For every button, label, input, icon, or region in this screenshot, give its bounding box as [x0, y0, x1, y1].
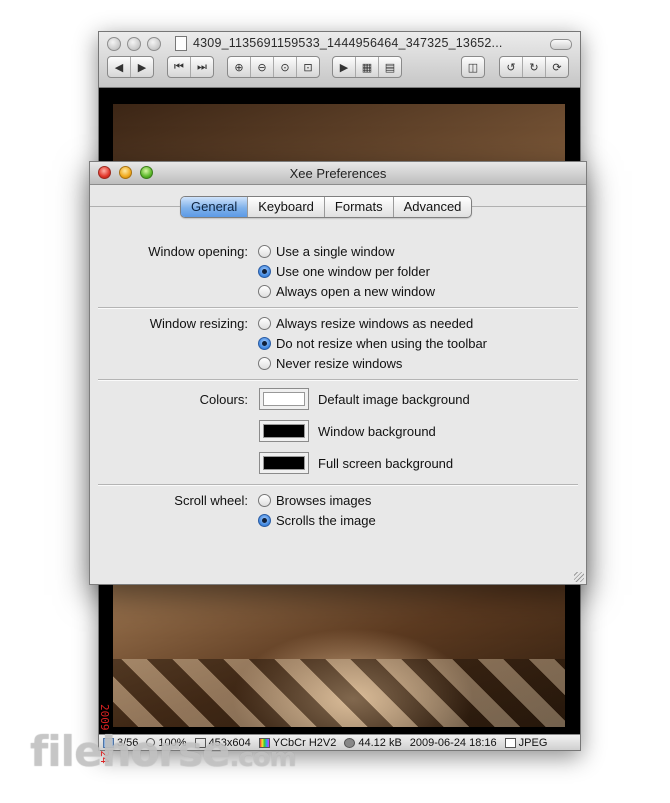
misc-group: ◫ [461, 56, 485, 78]
zoom-group: ⊕ ⊖ ⊙ ⊡ [227, 56, 320, 78]
arrow-left-icon[interactable]: ◀ [108, 57, 131, 77]
divider [98, 307, 578, 309]
option-label: Always open a new window [276, 284, 435, 299]
zoom-fit-icon[interactable]: ⊡ [297, 57, 319, 77]
window-bg-label: Window background [318, 424, 436, 439]
option-label: Always resize windows as needed [276, 316, 474, 331]
option-label: Browses images [276, 493, 372, 508]
radio-button[interactable] [258, 317, 271, 330]
tab-advanced[interactable]: Advanced [394, 197, 472, 217]
status-filesize-text: 44.12 kB [358, 736, 402, 749]
close-button[interactable] [107, 37, 121, 51]
radio-button-selected[interactable] [258, 337, 271, 350]
scroll-wheel-label: Scroll wheel: [174, 493, 248, 508]
prefs-titlebar: Xee Preferences [90, 162, 586, 185]
tab-bar: General Keyboard Formats Advanced [180, 196, 473, 218]
option-label: Never resize windows [276, 356, 403, 371]
swatch-fill [263, 456, 305, 470]
minimize-button[interactable] [127, 37, 141, 51]
divider [98, 379, 578, 381]
viewer-titlebar: 4309_1135691159533_1444956464_347325_136… [99, 32, 580, 88]
radio-scrolls-image[interactable]: Scrolls the image [258, 513, 376, 528]
option-label: Do not resize when using the toolbar [276, 336, 488, 351]
default-image-bg-swatch[interactable] [259, 388, 309, 410]
nav-group: ◀ ▶ [107, 56, 154, 78]
window-bg-swatch[interactable] [259, 420, 309, 442]
fullscreen-bg-label: Full screen background [318, 456, 454, 471]
zoom-in-icon[interactable]: ⊕ [228, 57, 251, 77]
radio-button[interactable] [258, 494, 271, 507]
radio-single-window[interactable]: Use a single window [258, 244, 395, 259]
rotate-group: ↺ ↻ ⟳ [499, 56, 569, 78]
radio-button[interactable] [258, 245, 271, 258]
film-icon[interactable]: ▦ [356, 57, 379, 77]
default-image-bg-label: Default image background [318, 392, 470, 407]
tab-general[interactable]: General [181, 197, 249, 217]
arrow-right-icon[interactable]: ▶ [131, 57, 153, 77]
rotate-icon[interactable]: ⟳ [546, 57, 568, 77]
document-icon [175, 36, 187, 51]
radio-new-window[interactable]: Always open a new window [258, 284, 435, 299]
film-strip-icon[interactable]: ▤ [379, 57, 401, 77]
radio-no-resize-toolbar[interactable]: Do not resize when using the toolbar [258, 336, 487, 351]
resize-grip[interactable] [574, 572, 584, 582]
screenshot-icon[interactable]: ◫ [462, 57, 484, 77]
radio-always-resize[interactable]: Always resize windows as needed [258, 316, 473, 331]
fullscreen-bg-swatch[interactable] [259, 452, 309, 474]
radio-never-resize[interactable]: Never resize windows [258, 356, 402, 371]
skip-first-icon[interactable]: ⏮ [168, 57, 191, 77]
status-format: JPEG [504, 736, 548, 749]
rotate-right-icon[interactable]: ↻ [523, 57, 546, 77]
zoom-button[interactable] [147, 37, 161, 51]
status-date-text: 2009-06-24 18:16 [409, 736, 497, 749]
preferences-window: Xee Preferences General Keyboard Formats… [89, 161, 587, 585]
option-label: Scrolls the image [276, 513, 376, 528]
watermark-suffix: .com [229, 743, 297, 773]
window-opening-label: Window opening: [148, 244, 248, 259]
skip-group: ⏮ ⏭ [167, 56, 214, 78]
divider [98, 484, 578, 486]
radio-button-selected[interactable] [258, 265, 271, 278]
tab-keyboard[interactable]: Keyboard [248, 197, 325, 217]
rotate-left-icon[interactable]: ↺ [500, 57, 523, 77]
radio-button[interactable] [258, 357, 271, 370]
viewer-title: 4309_1135691159533_1444956464_347325_136… [193, 36, 503, 50]
tab-formats[interactable]: Formats [325, 197, 394, 217]
option-label: Use one window per folder [276, 264, 430, 279]
disk-icon [344, 737, 356, 748]
swatch-fill [263, 424, 305, 438]
radio-window-per-folder[interactable]: Use one window per folder [258, 264, 430, 279]
prefs-title: Xee Preferences [289, 166, 387, 181]
photo-pattern [113, 659, 565, 727]
radio-button[interactable] [258, 285, 271, 298]
watermark-logo: filehorse.com [30, 727, 297, 776]
file-type-icon [504, 737, 516, 748]
zoom-actual-icon[interactable]: ⊙ [274, 57, 297, 77]
status-date: 2009-06-24 18:16 [410, 737, 497, 749]
option-label: Use a single window [276, 244, 395, 259]
skip-last-icon[interactable]: ⏭ [191, 57, 213, 77]
status-format-text: JPEG [518, 736, 548, 749]
colours-label: Colours: [199, 392, 248, 407]
window-resizing-label: Window resizing: [149, 316, 248, 331]
zoom-out-icon[interactable]: ⊖ [251, 57, 274, 77]
radio-button-selected[interactable] [258, 514, 271, 527]
play-group: ▶ ▦ ▤ [332, 56, 402, 78]
slideshow-icon[interactable]: ▶ [333, 57, 356, 77]
status-filesize: 44.12 kB [344, 736, 402, 749]
toolbar-toggle-button[interactable] [550, 39, 572, 50]
swatch-fill [263, 392, 305, 406]
watermark-brand: filehorse [30, 727, 231, 776]
radio-browses-images[interactable]: Browses images [258, 493, 371, 508]
